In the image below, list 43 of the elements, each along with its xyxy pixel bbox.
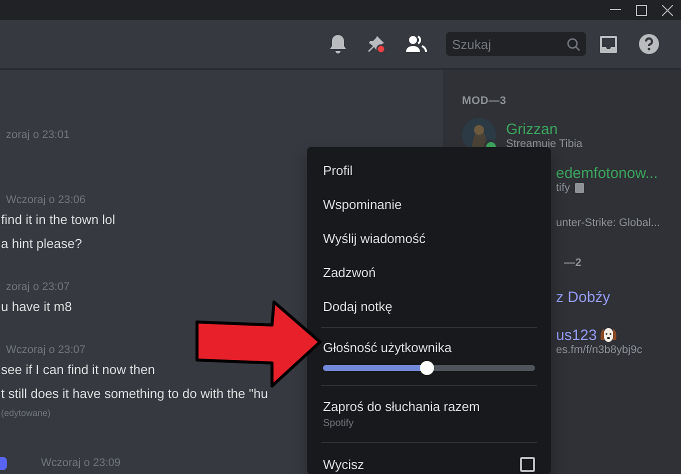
- bell-icon[interactable]: [329, 34, 347, 54]
- timestamp: Wczoraj o 23:09: [41, 456, 120, 471]
- members-icon[interactable]: [405, 35, 427, 53]
- activity-text: es.fm/f/n3b8ybj9c: [556, 344, 642, 356]
- checkbox[interactable]: [520, 456, 535, 472]
- timestamp: Wczoraj o 23:06: [5, 193, 86, 208]
- menu-item[interactable]: Wspominanie: [315, 187, 543, 221]
- member-name[interactable]: us123: [556, 326, 597, 344]
- menu-item-label: Zaproś do słuchania razem: [323, 399, 480, 414]
- timestamp: zoraj o 23:01: [5, 128, 70, 143]
- edited-label: (edytowane): [0, 407, 51, 420]
- member-name[interactable]: z Dobźy: [556, 288, 610, 306]
- message-text: u have it m8: [0, 298, 72, 316]
- member-name[interactable]: Grizzan: [506, 120, 558, 138]
- menu-item[interactable]: Wyślij wiadomość: [315, 221, 543, 255]
- group-heading: —2: [563, 257, 583, 269]
- activity-text: unter-Strike: Global...: [556, 217, 660, 229]
- avatar-icon[interactable]: [0, 456, 7, 470]
- pin-icon[interactable]: [366, 34, 386, 54]
- minimize-icon[interactable]: [610, 9, 621, 11]
- menu-item[interactable]: Profil: [315, 153, 543, 187]
- activity-text: tify: [556, 182, 570, 194]
- timestamp: zoraj o 23:07: [5, 280, 70, 295]
- activity-text: Streamuje Tibia: [506, 138, 582, 150]
- search-icon: [567, 38, 580, 50]
- slider-label: Głośność użytkownika: [323, 340, 453, 355]
- group-heading: MOD—3: [462, 95, 508, 107]
- timestamp: Wczoraj o 23:07: [5, 343, 86, 358]
- close-icon[interactable]: [662, 4, 673, 16]
- maximize-icon[interactable]: [636, 4, 647, 16]
- message-text: see if I can find it now then: [0, 361, 155, 379]
- message-text: t still does it have something to do with the "hu: [0, 385, 268, 403]
- menu-item[interactable]: Zadzwoń: [315, 255, 543, 289]
- search-field[interactable]: Szukaj: [446, 32, 586, 56]
- slider-thumb[interactable]: [420, 361, 434, 375]
- message-text: a hint please?: [0, 235, 82, 253]
- help-icon[interactable]: [639, 34, 659, 54]
- menu-item-sublabel: Spotify: [323, 418, 354, 429]
- inbox-icon[interactable]: [599, 34, 618, 54]
- message-text: find it in the town lol: [0, 211, 116, 229]
- member-name[interactable]: edemfotonow...: [556, 164, 658, 182]
- menu-item[interactable]: Dodaj notkę: [315, 289, 543, 323]
- menu-item[interactable]: Wycisz: [323, 456, 364, 472]
